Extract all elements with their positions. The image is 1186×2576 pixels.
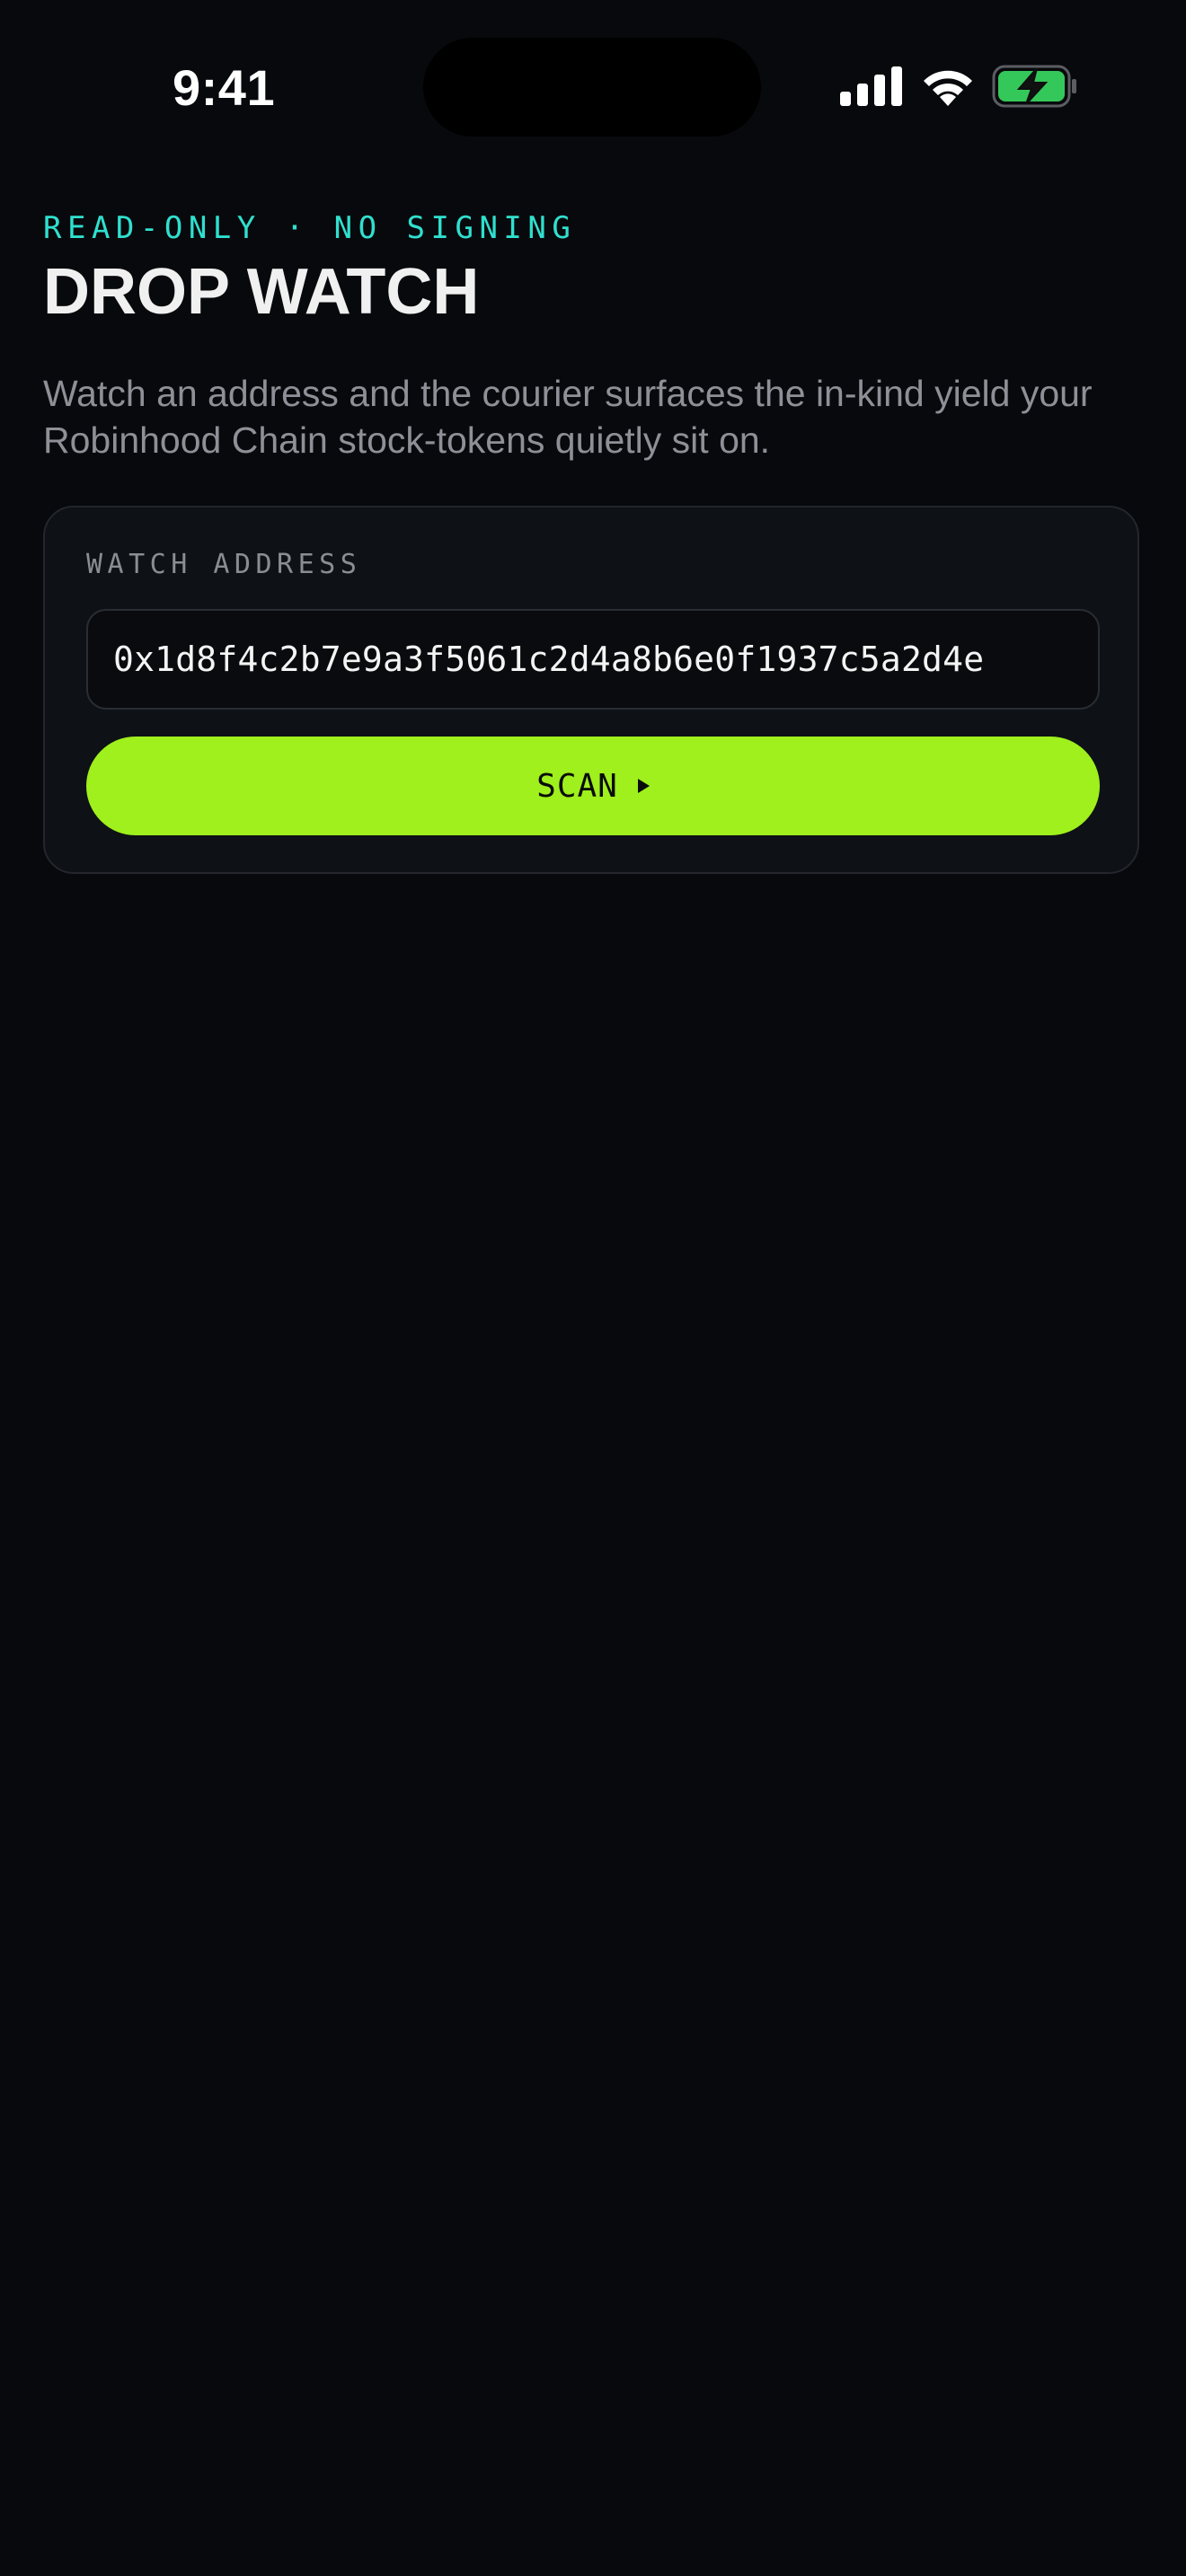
dynamic-island: [423, 38, 761, 137]
status-bar: 9:41: [0, 0, 1186, 171]
play-icon: [637, 779, 650, 793]
read-only-eyebrow: READ-ONLY · NO SIGNING: [43, 210, 577, 246]
status-time: 9:41: [173, 59, 276, 116]
scan-button-label: SCAN: [536, 767, 618, 805]
wifi-icon: [924, 70, 972, 106]
watch-address-card: WATCH ADDRESS SCAN: [43, 506, 1139, 874]
cellular-signal-icon: [840, 66, 902, 106]
page-description: Watch an address and the courier surface…: [43, 373, 1093, 461]
battery-charging-icon: [992, 65, 1076, 108]
watch-address-input[interactable]: [86, 609, 1100, 710]
scan-button[interactable]: SCAN: [86, 737, 1100, 835]
watch-address-label: WATCH ADDRESS: [86, 549, 362, 580]
page-title: DROP WATCH: [43, 256, 480, 328]
